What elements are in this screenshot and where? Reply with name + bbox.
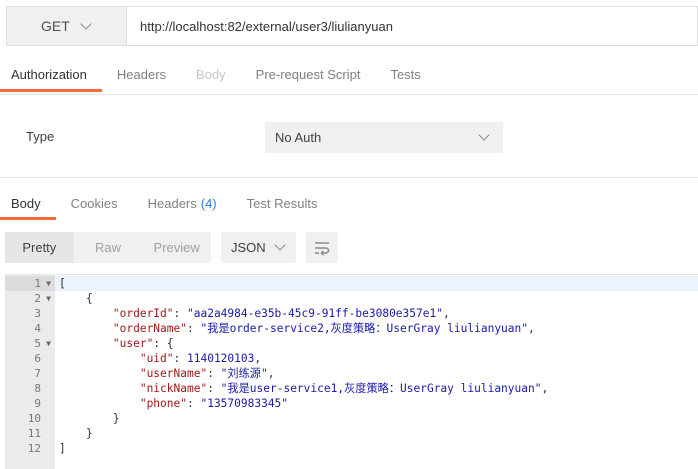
code-line: "orderId": "aa2a4984-e35b-45c9-91ff-be30… (112, 307, 450, 320)
line-number: 10 (5, 411, 55, 426)
code-line: [ (55, 276, 698, 291)
line-number: 2 ▼ (5, 291, 55, 306)
line-number: 6 (5, 351, 55, 366)
code-line: "user": { (112, 337, 174, 350)
line-number-text: 9 (34, 397, 41, 410)
headers-count-badge: (4) (200, 195, 217, 211)
tab-authorization[interactable]: Authorization (0, 56, 102, 92)
line-number: 3 (5, 306, 55, 321)
chevron-down-icon (274, 239, 286, 251)
line-number-text: 3 (34, 307, 41, 320)
line-number: 12 (5, 441, 55, 456)
line-number-text: 8 (34, 382, 41, 395)
fold-arrow-icon[interactable]: ▼ (46, 291, 51, 306)
fold-arrow-icon[interactable]: ▼ (46, 336, 51, 351)
tab-body[interactable]: Body (181, 56, 241, 92)
line-number: 8 (5, 381, 55, 396)
code-area[interactable]: [ { "orderId": "aa2a4984-e35b-45c9-91ff-… (55, 275, 698, 469)
code-line: "phone": "13570983345" (139, 397, 289, 410)
code-line: } (85, 427, 93, 440)
line-number-text: 10 (27, 412, 41, 425)
line-number: 5 ▼ (5, 336, 55, 351)
code-line: "nickName": "我是user-service1,灰度策略：UserGr… (139, 382, 549, 395)
request-url-bar: GET http://localhost:82/external/user3/l… (6, 6, 698, 46)
preview-button[interactable]: Preview (142, 232, 211, 263)
raw-button[interactable]: Raw (74, 232, 143, 263)
tab-pre-request-script[interactable]: Pre-request Script (241, 56, 376, 92)
code-line: "userName": "刘练源", (139, 367, 275, 380)
tab-response-headers[interactable]: Headers (4) (133, 186, 232, 220)
line-number-text: 5 (34, 337, 41, 350)
method-label: GET (41, 18, 70, 34)
line-number-text: 1 (34, 277, 41, 290)
format-value: JSON (231, 240, 266, 255)
response-body-editor[interactable]: 1 ▼ 2 ▼ 3 4 5 ▼ 6 7 8 9 10 11 12 [ { "orderId": "aa2a4… (5, 274, 698, 469)
line-number-text: 7 (34, 367, 41, 380)
chevron-down-icon (80, 18, 92, 30)
line-number-gutter: 1 ▼ 2 ▼ 3 4 5 ▼ 6 7 8 9 10 11 12 (5, 275, 55, 469)
chevron-down-icon (478, 129, 490, 141)
format-select[interactable]: JSON (221, 232, 296, 263)
response-toolbar: Pretty Raw Preview JSON (0, 224, 698, 270)
line-number-text: 12 (27, 442, 41, 455)
line-number: 7 (5, 366, 55, 381)
code-line: "orderName": "我是order-service2,灰度策略：User… (112, 322, 535, 335)
code-line: { (85, 292, 93, 305)
pretty-button[interactable]: Pretty (5, 232, 74, 263)
fold-arrow-icon[interactable]: ▼ (46, 276, 51, 291)
view-mode-group: Pretty Raw Preview (5, 232, 211, 263)
method-select[interactable]: GET (7, 7, 127, 45)
response-tabs: Body Cookies Headers (4) Test Results (0, 186, 698, 220)
auth-type-select[interactable]: No Auth (265, 122, 503, 153)
url-input[interactable]: http://localhost:82/external/user3/liuli… (127, 7, 393, 45)
wrap-lines-button[interactable] (306, 232, 338, 263)
code-line: ] (59, 442, 66, 455)
auth-type-value: No Auth (275, 130, 322, 145)
tab-headers[interactable]: Headers (102, 56, 181, 92)
auth-panel: Type No Auth (0, 94, 698, 178)
tab-cookies[interactable]: Cookies (56, 186, 133, 220)
tab-tests[interactable]: Tests (375, 56, 435, 92)
code-line: "uid": 1140120103, (139, 352, 262, 365)
line-number-text: 6 (34, 352, 41, 365)
tab-response-body[interactable]: Body (0, 186, 56, 220)
request-tabs: Authorization Headers Body Pre-request S… (0, 56, 698, 92)
auth-type-label: Type (26, 129, 55, 144)
line-number: 9 (5, 396, 55, 411)
code-line: } (112, 412, 120, 425)
line-number: 11 (5, 426, 55, 441)
line-number-text: 11 (27, 427, 41, 440)
tab-test-results[interactable]: Test Results (232, 186, 333, 220)
wrap-lines-icon (315, 241, 330, 256)
line-number-text: 4 (34, 322, 41, 335)
line-number: 1 ▼ (5, 276, 55, 291)
line-number: 4 (5, 321, 55, 336)
response-headers-label: Headers (147, 195, 197, 211)
line-number-text: 2 (34, 292, 41, 305)
